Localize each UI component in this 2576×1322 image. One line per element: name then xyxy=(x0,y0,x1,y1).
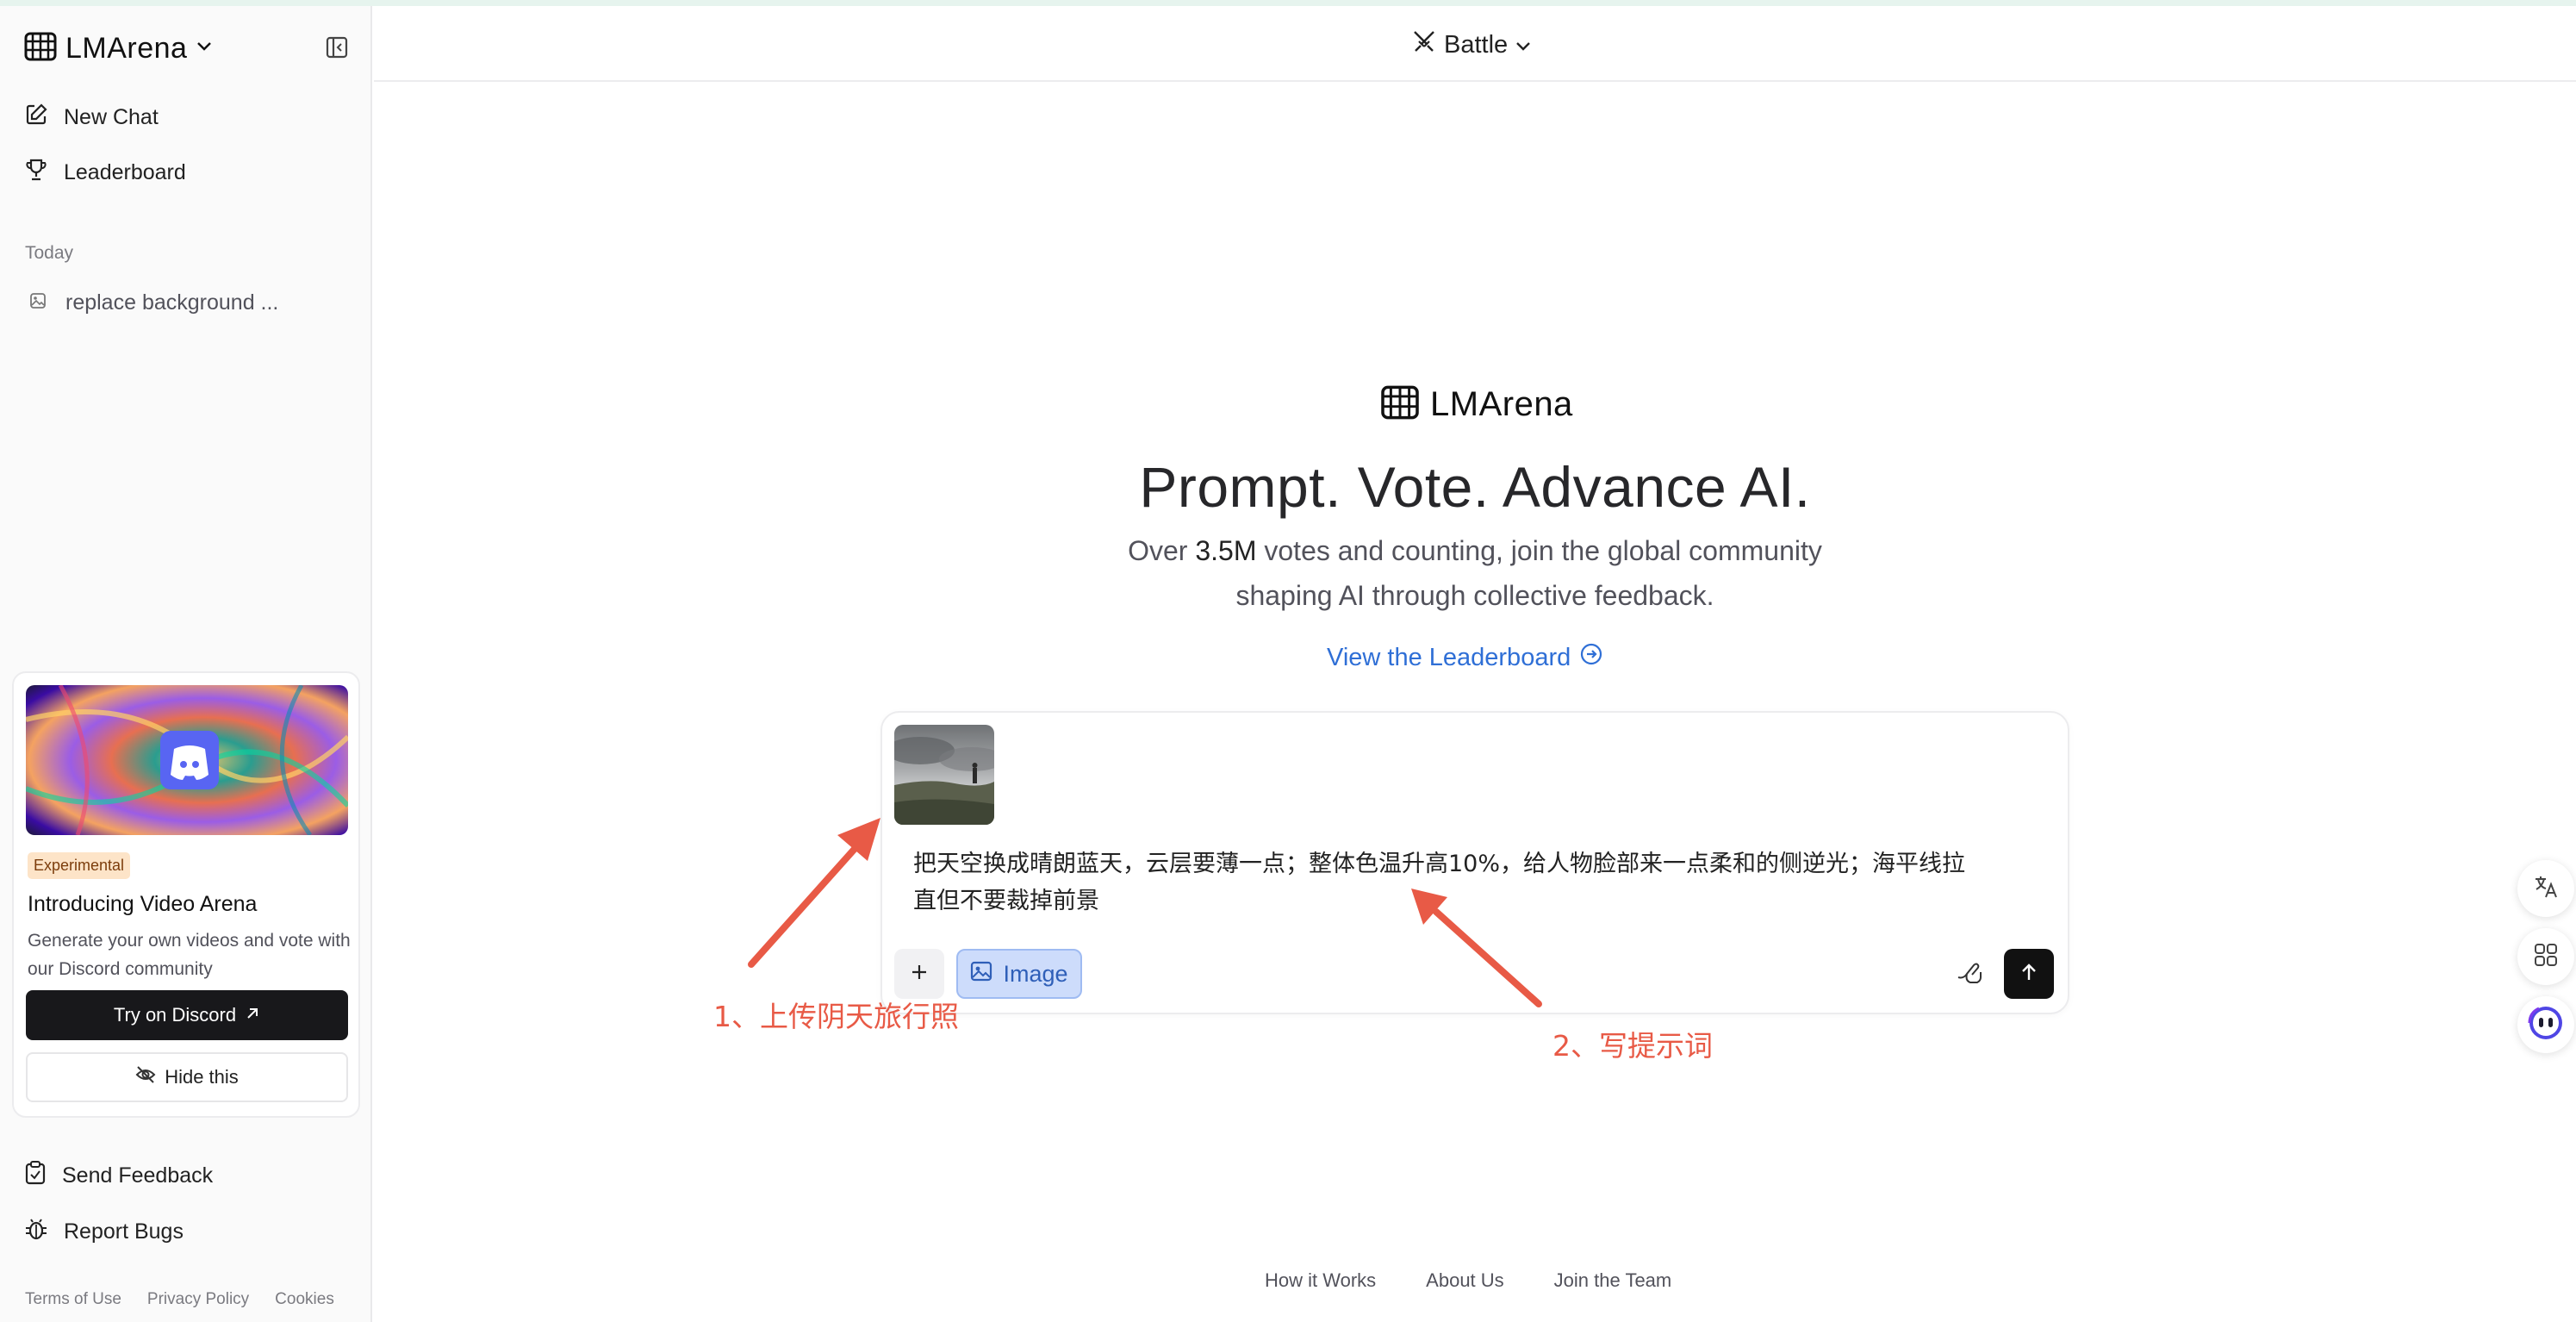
hero-title: Prompt. Vote. Advance AI. xyxy=(1139,455,1811,519)
translate-float-button[interactable] xyxy=(2517,860,2574,917)
gesture-icon xyxy=(1955,958,1984,992)
assistant-icon xyxy=(2527,1004,2565,1046)
report-bugs-label: Report Bugs xyxy=(64,1219,184,1244)
grid-logo-icon xyxy=(1380,385,1420,424)
arrow-circle-right-icon xyxy=(1579,642,1603,673)
arrow-up-right-icon xyxy=(245,1004,260,1026)
leaderboard-button[interactable]: Leaderboard xyxy=(24,158,186,188)
send-feedback-button[interactable]: Send Feedback xyxy=(24,1161,213,1191)
image-mode-toggle[interactable]: Image xyxy=(956,949,1082,999)
promo-description: Generate your own videos and vote with o… xyxy=(28,931,351,979)
mode-selector[interactable]: Battle xyxy=(1411,28,1532,61)
brand-name: LMArena xyxy=(65,32,188,65)
vote-count: 3.5M xyxy=(1195,535,1257,566)
report-bugs-button[interactable]: Report Bugs xyxy=(24,1217,184,1247)
brand-menu[interactable]: LMArena xyxy=(24,32,213,65)
translate-icon xyxy=(2532,873,2560,905)
about-us-link[interactable]: About Us xyxy=(1426,1269,1504,1292)
prompt-input[interactable]: 把天空换成晴朗蓝天，云层要薄一点；整体色温升高10%，给人物脸部来一点柔和的侧逆… xyxy=(913,845,2050,920)
bug-icon xyxy=(24,1217,48,1247)
grid-logo-icon xyxy=(24,32,57,65)
view-leaderboard-link[interactable]: View the Leaderboard xyxy=(1327,642,1603,673)
edit-icon xyxy=(24,103,48,133)
main-area: Battle LMArena Prompt. Vote. Advance AI.… xyxy=(374,6,2576,1322)
trophy-icon xyxy=(24,158,48,188)
swords-icon xyxy=(1411,28,1437,61)
hero-brand-name: LMArena xyxy=(1430,385,1573,423)
hero-sub-line2: shaping AI through collective feedback. xyxy=(1235,580,1714,611)
how-it-works-link[interactable]: How it Works xyxy=(1265,1269,1376,1292)
hero-subtitle: Over 3.5M votes and counting, join the g… xyxy=(374,528,2576,618)
video-arena-promo-card: Experimental Introducing Video Arena Gen… xyxy=(12,671,360,1118)
top-accent-line xyxy=(0,0,2576,6)
new-chat-button[interactable]: New Chat xyxy=(24,103,159,133)
apps-float-button[interactable] xyxy=(2517,928,2574,985)
uploaded-image-thumbnail[interactable] xyxy=(894,725,994,825)
top-header: Battle xyxy=(374,6,2576,82)
prompt-line-2: 直但不要裁掉前景 xyxy=(913,888,1099,914)
send-feedback-label: Send Feedback xyxy=(62,1163,214,1188)
footer-links: How it Works About Us Join the Team xyxy=(1265,1269,1671,1292)
mode-label: Battle xyxy=(1444,30,1509,59)
promo-image xyxy=(26,685,348,835)
annotation-step-2: 2、写提示词 xyxy=(1552,1029,1713,1063)
image-icon xyxy=(29,290,47,315)
privacy-link[interactable]: Privacy Policy xyxy=(147,1290,249,1309)
experimental-badge: Experimental xyxy=(28,852,131,879)
add-attachment-button[interactable] xyxy=(894,949,944,999)
try-on-discord-button[interactable]: Try on Discord xyxy=(26,990,348,1040)
history-item-label: replace background ... xyxy=(65,290,279,315)
annotation-arrow-1 xyxy=(748,818,880,968)
view-leaderboard-label: View the Leaderboard xyxy=(1327,643,1571,671)
join-team-link[interactable]: Join the Team xyxy=(1554,1269,1672,1292)
try-on-discord-label: Try on Discord xyxy=(113,1004,237,1026)
chevron-down-icon xyxy=(196,41,213,57)
image-icon xyxy=(970,960,992,988)
eye-off-icon xyxy=(135,1065,156,1089)
sidebar-collapse-icon xyxy=(326,36,348,63)
hide-promo-button[interactable]: Hide this xyxy=(26,1052,348,1102)
hero-sub-after: votes and counting, join the global comm… xyxy=(1256,535,1822,566)
terms-link[interactable]: Terms of Use xyxy=(25,1290,121,1309)
image-mode-label: Image xyxy=(1003,960,1068,987)
hero-sub-before: Over xyxy=(1128,535,1196,566)
cookies-link[interactable]: Cookies xyxy=(275,1290,334,1309)
promo-title: Introducing Video Arena xyxy=(28,892,258,916)
prompt-composer: 把天空换成晴朗蓝天，云层要薄一点；整体色温升高10%，给人物脸部来一点柔和的侧逆… xyxy=(880,711,2069,1014)
annotation-step-1: 1、上传阴天旅行照 xyxy=(713,1000,959,1033)
prompt-line-1: 把天空换成晴朗蓝天，云层要薄一点；整体色温升高10%，给人物脸部来一点柔和的侧逆… xyxy=(913,851,1966,877)
sidebar-footer-links: Terms of Use Privacy Policy Cookies xyxy=(25,1290,334,1309)
sidebar: LMArena New Chat Leaderboard Today repla… xyxy=(0,6,372,1322)
discord-icon xyxy=(171,745,208,780)
new-chat-label: New Chat xyxy=(64,105,159,129)
hero-brand: LMArena xyxy=(1380,385,1573,424)
chevron-down-icon xyxy=(1515,31,1532,59)
section-today-label: Today xyxy=(25,243,74,263)
send-button[interactable] xyxy=(2004,949,2054,999)
feedback-icon xyxy=(24,1161,47,1191)
sidebar-collapse-button[interactable] xyxy=(324,36,350,62)
history-item[interactable]: replace background ... xyxy=(29,290,278,315)
plus-icon xyxy=(910,963,929,986)
assistant-float-button[interactable] xyxy=(2517,996,2574,1053)
leaderboard-label: Leaderboard xyxy=(64,160,186,184)
arrow-up-icon xyxy=(2019,962,2038,987)
gesture-button[interactable] xyxy=(1951,956,1988,994)
hide-promo-label: Hide this xyxy=(165,1066,239,1088)
apps-icon xyxy=(2533,942,2559,972)
